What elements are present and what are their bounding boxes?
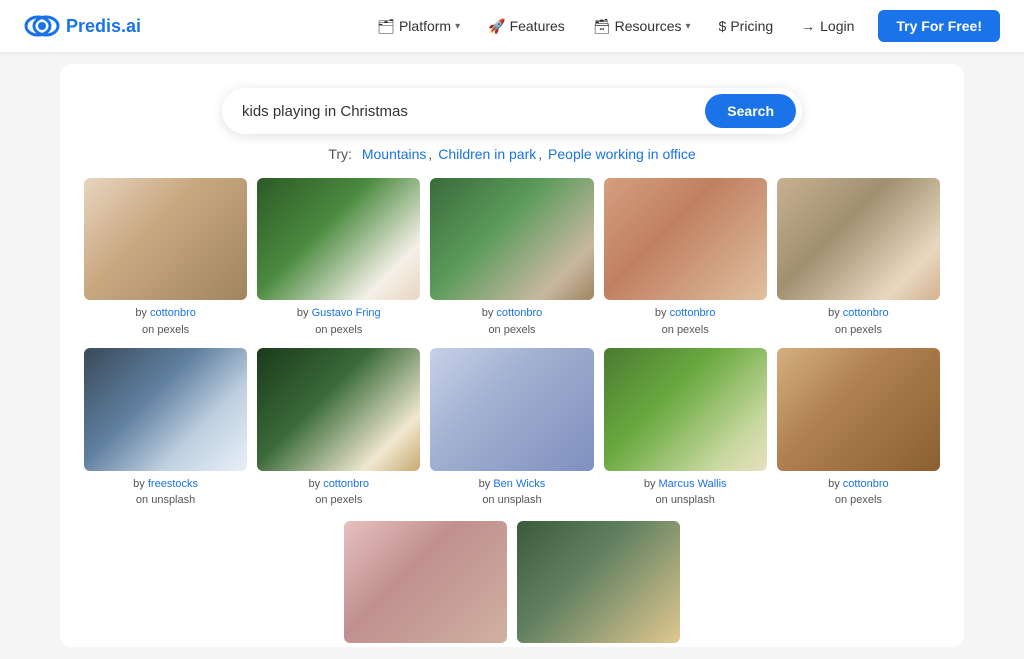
- nav-pricing[interactable]: $ Pricing: [707, 12, 786, 40]
- image-caption-10: by cottonbroon pexels: [828, 476, 889, 509]
- image-thumb-3[interactable]: [430, 178, 593, 300]
- nav-links: 🗂 Platform ▾ 🚀 Features 🗃 Resources ▾ $ …: [365, 10, 1000, 42]
- try-prefix: Try:: [328, 146, 352, 162]
- resources-icon: 🗃: [593, 18, 611, 35]
- suggestion-children-in-park[interactable]: Children in park: [438, 146, 536, 162]
- image-card-3: by cottonbroon pexels: [430, 178, 593, 338]
- brand-name: Predis.ai: [66, 16, 141, 37]
- image-thumb-6[interactable]: [84, 348, 247, 470]
- image-thumb-1[interactable]: [84, 178, 247, 300]
- image-card-7: by cottonbroon pexels: [257, 348, 420, 508]
- resources-chevron: ▾: [686, 21, 691, 32]
- try-for-free-button[interactable]: Try For Free!: [878, 10, 1000, 42]
- resources-label: Resources: [615, 18, 682, 34]
- nav-resources[interactable]: 🗃 Resources ▾: [581, 12, 703, 41]
- image-caption-6: by freestockson unsplash: [133, 476, 198, 509]
- image-thumb-5[interactable]: [777, 178, 940, 300]
- image-caption-2: by Gustavo Fringon pexels: [297, 305, 381, 338]
- image-thumb-11[interactable]: [344, 521, 507, 643]
- platform-icon: 🗂: [377, 18, 395, 35]
- image-caption-9: by Marcus Wallison unsplash: [644, 476, 727, 509]
- image-card-9: by Marcus Wallison unsplash: [604, 348, 767, 508]
- platform-chevron: ▾: [455, 21, 460, 32]
- search-bar-wrap: Search: [84, 88, 940, 134]
- navbar: Predis.ai 🗂 Platform ▾ 🚀 Features 🗃 Reso…: [0, 0, 1024, 52]
- image-caption-4: by cottonbroon pexels: [655, 305, 716, 338]
- image-thumb-7[interactable]: [257, 348, 420, 470]
- nav-login[interactable]: → Login: [789, 12, 866, 40]
- image-grid-bottom: [84, 521, 940, 647]
- image-card-4: by cottonbroon pexels: [604, 178, 767, 338]
- image-caption-3: by cottonbroon pexels: [482, 305, 543, 338]
- image-card-11: [344, 521, 507, 643]
- platform-label: Platform: [399, 18, 451, 34]
- image-card-2: by Gustavo Fringon pexels: [257, 178, 420, 338]
- image-card-1: by cottonbroon pexels: [84, 178, 247, 338]
- image-caption-1: by cottonbroon pexels: [135, 305, 196, 338]
- nav-features[interactable]: 🚀 Features: [476, 12, 577, 41]
- nav-platform[interactable]: 🗂 Platform ▾: [365, 12, 472, 41]
- image-card-10: by cottonbroon pexels: [777, 348, 940, 508]
- suggestion-people-working[interactable]: People working in office: [548, 146, 696, 162]
- image-thumb-8[interactable]: [430, 348, 593, 470]
- image-card-6: by freestockson unsplash: [84, 348, 247, 508]
- image-thumb-10[interactable]: [777, 348, 940, 470]
- search-input[interactable]: [242, 103, 705, 120]
- pricing-label: Pricing: [730, 18, 773, 34]
- image-thumb-4[interactable]: [604, 178, 767, 300]
- image-grid: by cottonbroon pexels by Gustavo Fringon…: [84, 178, 940, 521]
- login-icon: →: [801, 18, 815, 34]
- image-card-5: by cottonbroon pexels: [777, 178, 940, 338]
- image-thumb-2[interactable]: [257, 178, 420, 300]
- suggestion-mountains[interactable]: Mountains: [362, 146, 427, 162]
- search-bar: Search: [222, 88, 802, 134]
- image-thumb-12[interactable]: [517, 521, 680, 643]
- suggestions-row: Try: Mountains, Children in park, People…: [84, 146, 940, 162]
- logo-area: Predis.ai: [24, 8, 141, 44]
- logo-icon: [24, 8, 60, 44]
- image-caption-5: by cottonbroon pexels: [828, 305, 889, 338]
- pricing-icon: $: [719, 18, 727, 34]
- main-content: Search Try: Mountains, Children in park,…: [60, 64, 964, 647]
- image-thumb-9[interactable]: [604, 348, 767, 470]
- image-card-8: by Ben Wickson unsplash: [430, 348, 593, 508]
- image-card-12: [517, 521, 680, 643]
- features-icon: 🚀: [488, 18, 505, 35]
- search-button[interactable]: Search: [705, 94, 796, 128]
- image-caption-7: by cottonbroon pexels: [309, 476, 370, 509]
- features-label: Features: [510, 18, 565, 34]
- image-caption-8: by Ben Wickson unsplash: [479, 476, 546, 509]
- login-label: Login: [820, 18, 854, 34]
